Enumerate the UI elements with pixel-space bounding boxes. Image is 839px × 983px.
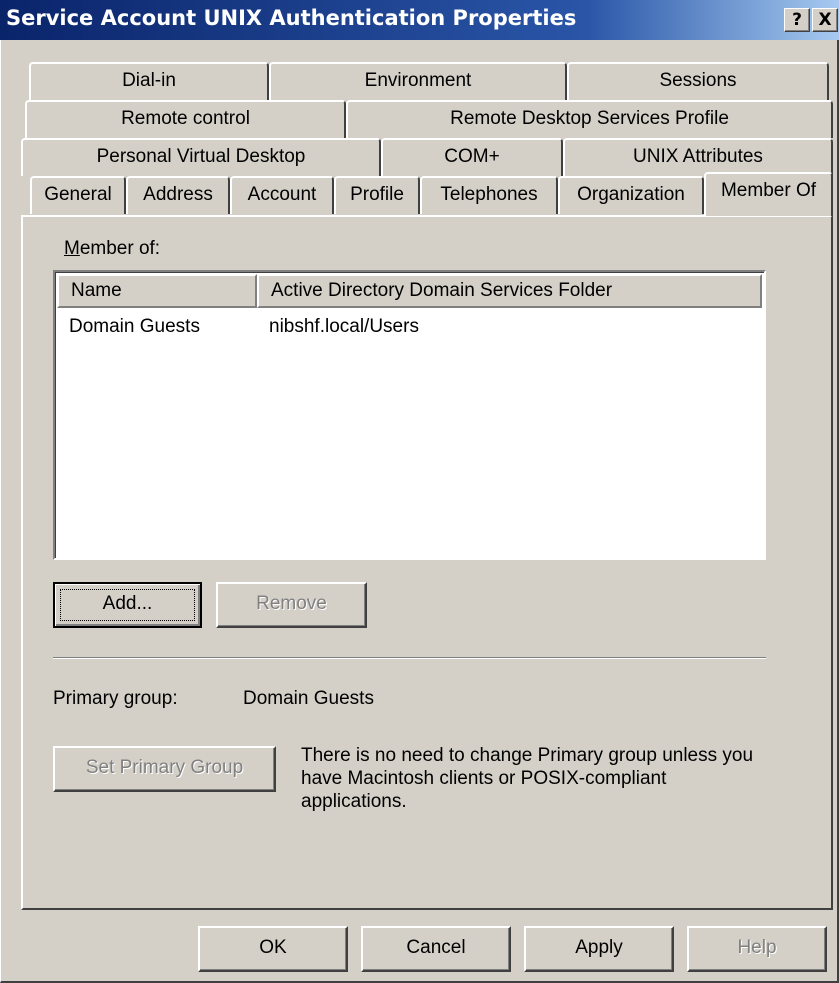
member-of-label-text: ember of: <box>79 238 161 259</box>
tab-com-plus[interactable]: COM+ <box>381 138 563 176</box>
separator <box>53 657 766 659</box>
add-button[interactable]: Add... <box>53 582 202 628</box>
tab-general[interactable]: General <box>30 176 126 214</box>
focus-rect <box>60 589 195 621</box>
tab-address[interactable]: Address <box>126 176 230 214</box>
tab-remote-desktop-services-profile[interactable]: Remote Desktop Services Profile <box>346 100 833 138</box>
tab-remote-control[interactable]: Remote control <box>25 100 346 138</box>
tab-personal-virtual-desktop[interactable]: Personal Virtual Desktop <box>21 138 381 176</box>
tab-account[interactable]: Account <box>230 176 334 214</box>
help-footer-button[interactable]: Help <box>687 926 827 972</box>
tab-dial-in[interactable]: Dial-in <box>29 62 269 100</box>
cancel-button[interactable]: Cancel <box>361 926 511 972</box>
row-folder-cell: nibshf.local/Users <box>269 316 419 337</box>
primary-group-value: Domain Guests <box>243 688 374 709</box>
close-button[interactable]: X <box>812 8 838 32</box>
remove-button[interactable]: Remove <box>216 582 367 628</box>
help-button[interactable]: ? <box>784 8 810 32</box>
tab-environment[interactable]: Environment <box>269 62 567 100</box>
title-bar[interactable]: Service Account UNIX Authentication Prop… <box>0 0 839 40</box>
primary-group-label: Primary group: <box>53 688 178 709</box>
set-primary-group-button[interactable]: Set Primary Group <box>53 746 276 792</box>
apply-button[interactable]: Apply <box>524 926 674 972</box>
tab-profile[interactable]: Profile <box>334 176 420 214</box>
tab-telephones[interactable]: Telephones <box>420 176 558 214</box>
column-header-folder[interactable]: Active Directory Domain Services Folder <box>257 274 762 308</box>
row-name-cell: Domain Guests <box>69 316 200 337</box>
column-header-name[interactable]: Name <box>57 274 257 308</box>
member-of-list[interactable]: Name Active Directory Domain Services Fo… <box>53 270 766 560</box>
tab-unix-attributes[interactable]: UNIX Attributes <box>563 138 833 176</box>
ok-button[interactable]: OK <box>198 926 348 972</box>
tab-sessions[interactable]: Sessions <box>567 62 829 100</box>
window-title: Service Account UNIX Authentication Prop… <box>6 6 577 30</box>
table-row[interactable]: Domain Guests nibshf.local/Users <box>55 312 762 346</box>
primary-group-note: There is no need to change Primary group… <box>301 745 754 812</box>
tab-organization[interactable]: Organization <box>558 176 704 214</box>
member-of-label: Member of: <box>64 238 161 259</box>
tab-member-of[interactable]: Member Of <box>704 172 833 216</box>
